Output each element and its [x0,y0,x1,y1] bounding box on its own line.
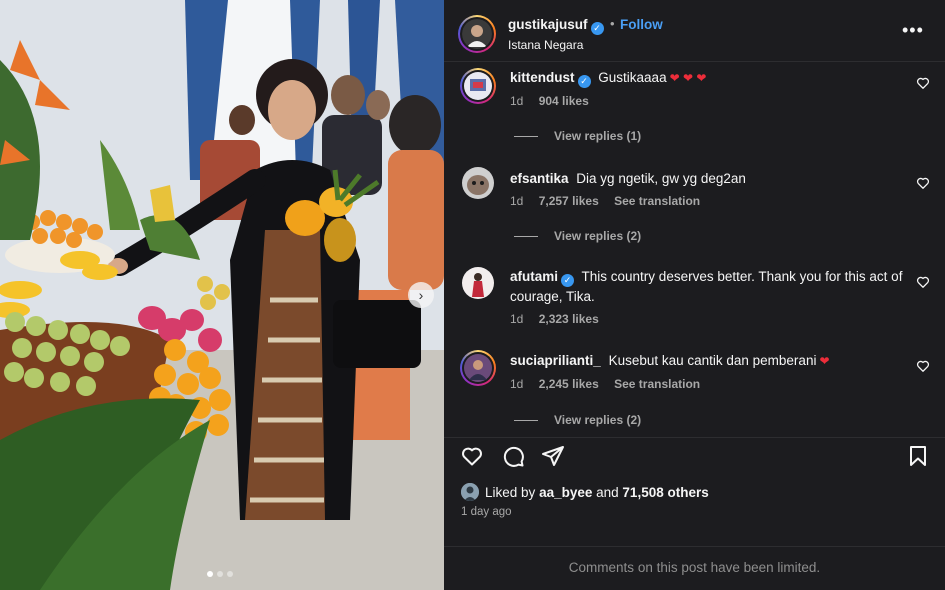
chevron-right-icon: › [418,287,424,303]
comment-username[interactable]: suciaprilianti_ [510,353,601,368]
view-replies-button[interactable]: View replies (1) [514,129,641,143]
comment-text: suciaprilianti_ Kusebut kau cantik dan p… [510,351,910,371]
comments-limited-notice: Comments on this post have been limited. [444,546,945,575]
comment-text: efsantika Dia yg ngetik, gw yg deg2an [510,169,910,188]
comment-age[interactable]: 1d [510,312,523,326]
comment-age[interactable]: 1d [510,94,523,108]
see-translation-button[interactable]: See translation [614,194,700,208]
comment-meta: 1d 904 likes [510,94,601,108]
heart-outline-icon[interactable] [460,444,484,468]
heart-outline-icon[interactable] [916,359,930,373]
heart-emoji-icon: ❤ ❤ ❤ [669,71,707,85]
comment-icon[interactable] [501,444,525,468]
comment-body: Dia yg ngetik, gw yg deg2an [576,171,746,186]
verified-icon: ✓ [577,75,591,88]
heart-outline-icon[interactable] [916,176,930,190]
view-replies-label[interactable]: View replies (2) [554,229,641,243]
author-username[interactable]: gustikajusuf ✓ [508,17,604,35]
photo-illustration [0,0,444,590]
liked-by-user[interactable]: aa_byee [539,485,592,500]
post-location[interactable]: Istana Negara [508,38,583,52]
comment-meta: 1d 2,245 likes See translation [510,377,712,391]
comment-likes[interactable]: 7,257 likes [539,194,599,208]
carousel-next-button[interactable]: › [408,282,434,308]
post-actions [444,437,945,473]
liked-by-conj: and [596,484,619,500]
post-photo: › [0,0,444,590]
comment-meta: 1d 2,323 likes [510,312,611,326]
replies-divider [514,135,538,137]
comment-avatar[interactable] [460,350,496,386]
heart-outline-icon[interactable] [916,275,930,289]
replies-divider [514,235,538,237]
comment-body: Gustikaaaa [598,70,667,85]
comment-meta: 1d 7,257 likes See translation [510,194,712,208]
post-side-panel: gustikajusuf ✓ • Follow Istana Negara •••… [444,0,945,590]
carousel-dot [227,571,233,577]
follow-button[interactable]: Follow [620,17,663,32]
liker-avatar[interactable] [461,483,479,501]
comment-username[interactable]: kittendust ✓ [510,70,591,88]
comment-likes[interactable]: 2,245 likes [539,377,599,391]
comment-body: Kusebut kau cantik dan pemberani [608,353,817,368]
liked-by-prefix: Liked by [485,484,536,500]
heart-outline-icon[interactable] [916,76,930,90]
comment-avatar[interactable] [460,68,496,104]
comment-text: kittendust ✓ Gustikaaaa ❤ ❤ ❤ [510,68,910,88]
view-replies-label[interactable]: View replies (2) [554,413,641,427]
comment-username[interactable]: efsantika [510,171,569,186]
comment-text: afutami ✓ This country deserves better. T… [510,267,910,306]
verified-icon: ✓ [590,22,604,35]
liked-by-count[interactable]: 71,508 others [622,485,708,500]
view-replies-label[interactable]: View replies (1) [554,129,641,143]
author-avatar[interactable] [458,15,496,53]
carousel-dot [217,571,223,577]
header-separator: • [610,16,615,31]
verified-icon: ✓ [561,274,575,287]
share-icon[interactable] [541,444,565,468]
see-translation-button[interactable]: See translation [614,377,700,391]
comment-username-text[interactable]: afutami [510,269,558,284]
comment-age[interactable]: 1d [510,194,523,208]
heart-emoji-icon: ❤ [819,354,830,368]
comment-username[interactable]: afutami ✓ [510,269,575,287]
replies-divider [514,419,538,421]
comment-avatar[interactable] [462,267,494,299]
comment-username-text[interactable]: kittendust [510,70,575,85]
carousel-dot-active [207,571,213,577]
bookmark-icon[interactable] [906,444,930,468]
comment-likes[interactable]: 904 likes [539,94,589,108]
view-replies-button[interactable]: View replies (2) [514,413,641,427]
carousel-dots [207,571,233,577]
comment-likes[interactable]: 2,323 likes [539,312,599,326]
post-timestamp[interactable]: 1 day ago [461,506,512,518]
comment-avatar[interactable] [462,167,494,199]
view-replies-button[interactable]: View replies (2) [514,229,641,243]
liked-by: Liked by aa_byee and 71,508 others [461,483,709,501]
author-username-text[interactable]: gustikajusuf [508,17,588,32]
more-icon[interactable]: ••• [902,20,924,41]
comment-age[interactable]: 1d [510,377,523,391]
post-header: gustikajusuf ✓ • Follow Istana Negara ••• [444,0,945,62]
